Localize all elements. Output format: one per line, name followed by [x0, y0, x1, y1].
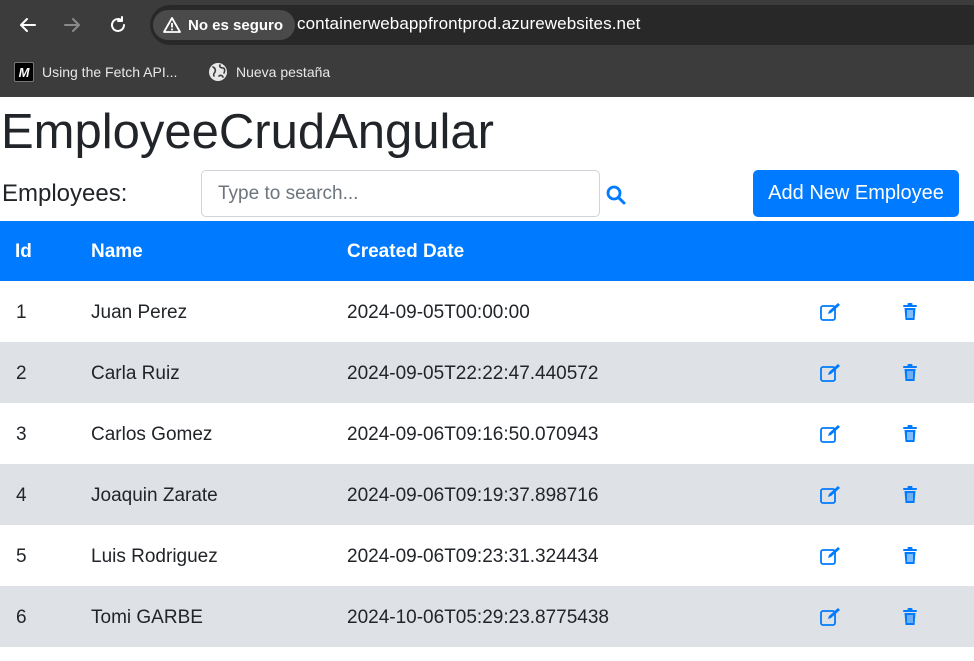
cell-id: 1 [16, 302, 27, 323]
table-row: 4 Joaquin Zarate 2024-09-06T09:19:37.898… [0, 464, 974, 525]
table-row: 3 Carlos Gomez 2024-09-06T09:16:50.07094… [0, 403, 974, 464]
edit-icon [820, 303, 840, 321]
bookmark-fetch-api[interactable]: M Using the Fetch API... [14, 60, 177, 84]
edit-icon [820, 547, 840, 565]
delete-button[interactable] [898, 362, 922, 384]
cell-name: Tomi GARBE [91, 607, 203, 628]
table-header: Id Name Created Date [0, 221, 974, 281]
security-indicator[interactable]: No es seguro [153, 10, 296, 40]
column-header-name: Name [91, 241, 143, 262]
delete-button[interactable] [898, 301, 922, 323]
cell-id: 5 [16, 546, 27, 567]
globe-icon [209, 63, 227, 81]
table-row: 5 Luis Rodriguez 2024-09-06T09:23:31.324… [0, 525, 974, 586]
search-icon [606, 185, 626, 205]
column-header-created-date: Created Date [347, 241, 465, 262]
cell-name: Carla Ruiz [91, 363, 180, 384]
table-row: 1 Juan Perez 2024-09-05T00:00:00 [0, 281, 974, 342]
cell-created-date: 2024-09-06T09:23:31.324434 [347, 546, 599, 567]
arrow-right-icon [64, 18, 80, 32]
delete-button[interactable] [898, 545, 922, 567]
mdn-logo-icon: M [14, 62, 34, 82]
edit-icon [820, 486, 840, 504]
page-title: EmployeeCrudAngular [1, 105, 494, 159]
bookmark-label: Using the Fetch API... [42, 64, 178, 80]
edit-button[interactable] [819, 301, 843, 323]
trash-icon [903, 425, 917, 442]
trash-icon [903, 608, 917, 625]
reload-icon [111, 16, 125, 32]
column-header-id: Id [15, 241, 32, 262]
cell-created-date: 2024-09-05T22:22:47.440572 [347, 363, 599, 384]
delete-button[interactable] [898, 423, 922, 445]
edit-button[interactable] [819, 362, 843, 384]
url-text[interactable]: containerwebappfrontprod.azurewebsites.n… [297, 14, 640, 34]
edit-icon [820, 608, 840, 626]
cell-name: Carlos Gomez [91, 424, 213, 445]
delete-button[interactable] [898, 484, 922, 506]
table-row: 6 Tomi GARBE 2024-10-06T05:29:23.8775438 [0, 586, 974, 647]
cell-created-date: 2024-09-06T09:16:50.070943 [347, 424, 599, 445]
table-row: 2 Carla Ruiz 2024-09-05T22:22:47.440572 [0, 342, 974, 403]
search-button[interactable] [604, 183, 628, 207]
cell-id: 2 [16, 363, 27, 384]
bookmark-new-tab[interactable]: Nueva pestaña [208, 60, 330, 84]
browser-toolbar: No es seguro containerwebappfrontprod.az… [0, 0, 974, 97]
cell-name: Luis Rodriguez [91, 546, 218, 567]
cell-created-date: 2024-09-05T00:00:00 [347, 302, 530, 323]
search-input[interactable] [201, 170, 600, 217]
back-button[interactable] [13, 10, 43, 40]
edit-icon [820, 425, 840, 443]
trash-icon [903, 364, 917, 381]
edit-icon [820, 364, 840, 382]
employees-label: Employees: [2, 180, 128, 207]
add-employee-button[interactable]: Add New Employee [753, 170, 959, 217]
cell-created-date: 2024-10-06T05:29:23.8775438 [347, 607, 610, 628]
forward-button[interactable] [57, 10, 87, 40]
edit-button[interactable] [819, 606, 843, 628]
warning-icon [163, 17, 181, 33]
cell-name: Juan Perez [91, 302, 188, 323]
bookmark-label: Nueva pestaña [236, 64, 331, 80]
reload-button[interactable] [103, 10, 133, 40]
edit-button[interactable] [819, 484, 843, 506]
cell-id: 6 [16, 607, 27, 628]
trash-icon [903, 486, 917, 503]
edit-button[interactable] [819, 545, 843, 567]
employees-table: Id Name Created Date 1 Juan Perez 2024-0… [0, 221, 974, 647]
security-label: No es seguro [188, 16, 284, 34]
cell-id: 3 [16, 424, 27, 445]
cell-name: Joaquin Zarate [91, 485, 218, 506]
arrow-left-icon [20, 18, 36, 32]
edit-button[interactable] [819, 423, 843, 445]
cell-created-date: 2024-09-06T09:19:37.898716 [347, 485, 599, 506]
trash-icon [903, 303, 917, 320]
cell-id: 4 [16, 485, 27, 506]
delete-button[interactable] [898, 606, 922, 628]
trash-icon [903, 547, 917, 564]
